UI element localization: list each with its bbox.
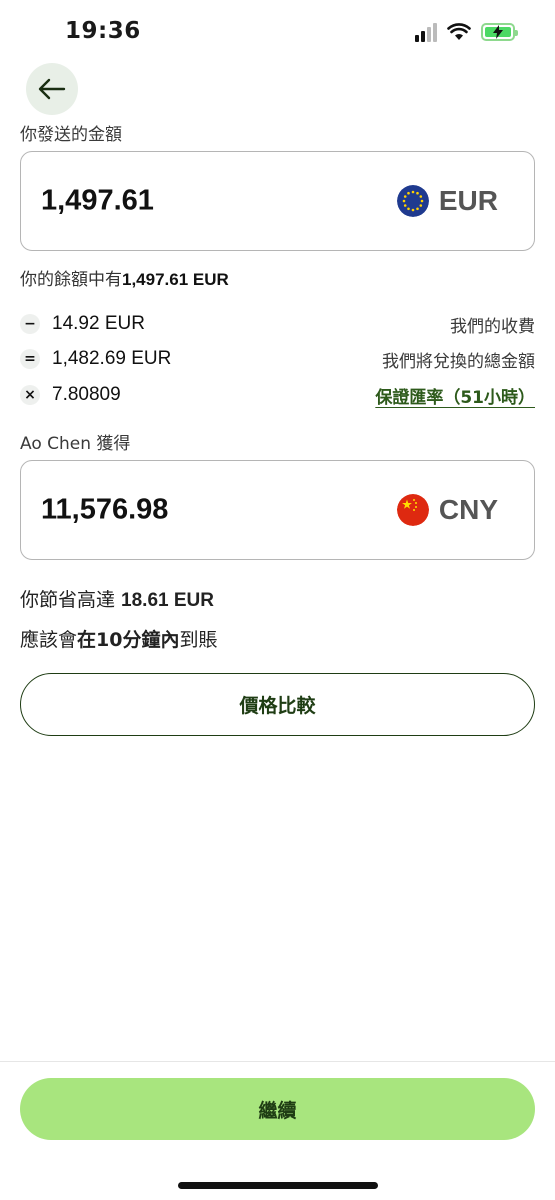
cellular-signal-icon — [415, 22, 437, 42]
savings-value: 18.61 EUR — [121, 590, 214, 611]
savings-info: 你節省高達 18.61 EUR — [20, 585, 214, 612]
fee-row-converted-total: = 1,482.69 EUR 我們將兌換的總金額 — [20, 345, 535, 373]
receive-currency-code: CNY — [438, 494, 498, 525]
eu-flag-icon — [396, 185, 429, 217]
exchange-rate-value: 7.80809 — [52, 384, 121, 405]
converted-total-description: 我們將兌換的總金額 — [382, 351, 535, 372]
fee-row-our-fee: − 14.92 EUR 我們的收費 — [20, 310, 535, 338]
savings-prefix: 你節省高達 — [20, 589, 122, 611]
converted-total-value: 1,482.69 EUR — [52, 348, 172, 369]
balance-value: 1,497.61 EUR — [122, 270, 229, 289]
multiply-icon: × — [20, 385, 40, 405]
battery-charging-icon — [481, 23, 518, 41]
balance-prefix: 你的餘額中有 — [20, 270, 122, 290]
receive-amount-field[interactable]: 11,576.98 CNY — [20, 460, 535, 560]
send-amount-field[interactable]: 1,497.61 EUR — [20, 151, 535, 251]
price-comparison-button[interactable]: 價格比較 — [20, 673, 535, 736]
fee-description: 我們的收費 — [450, 316, 535, 337]
arrival-prefix: 應該會 — [20, 629, 78, 651]
balance-info: 你的餘額中有1,497.61 EUR — [20, 265, 229, 290]
back-button[interactable] — [26, 63, 78, 115]
status-time: 19:36 — [65, 18, 141, 44]
equals-icon: = — [20, 349, 40, 369]
wifi-icon — [447, 23, 471, 40]
china-flag-icon — [396, 494, 429, 526]
arrow-left-icon — [38, 78, 66, 100]
send-currency-code: EUR — [438, 185, 498, 216]
arrival-suffix: 到賬 — [179, 629, 218, 651]
send-amount-label: 你發送的金額 — [20, 125, 122, 145]
status-icons — [415, 22, 518, 42]
arrival-estimate: 應該會在10分鐘內到賬 — [20, 625, 217, 652]
send-amount-value[interactable]: 1,497.61 — [41, 185, 154, 218]
continue-button[interactable]: 繼續 — [20, 1078, 535, 1140]
fee-row-exchange-rate: × 7.80809 保證匯率（51小時） — [20, 381, 535, 409]
receive-currency-selector[interactable]: CNY — [396, 494, 498, 526]
receive-amount-label: Ao Chen 獲得 — [20, 434, 131, 454]
receive-amount-value[interactable]: 11,576.98 — [41, 494, 168, 527]
fee-value: 14.92 EUR — [52, 313, 145, 334]
footer-divider — [0, 1061, 555, 1062]
minus-icon: − — [20, 314, 40, 334]
guaranteed-rate-link[interactable]: 保證匯率（51小時） — [375, 383, 535, 408]
send-currency-selector[interactable]: EUR — [396, 185, 498, 217]
arrival-emphasis: 在10分鐘內 — [77, 629, 180, 651]
home-indicator — [178, 1182, 378, 1189]
